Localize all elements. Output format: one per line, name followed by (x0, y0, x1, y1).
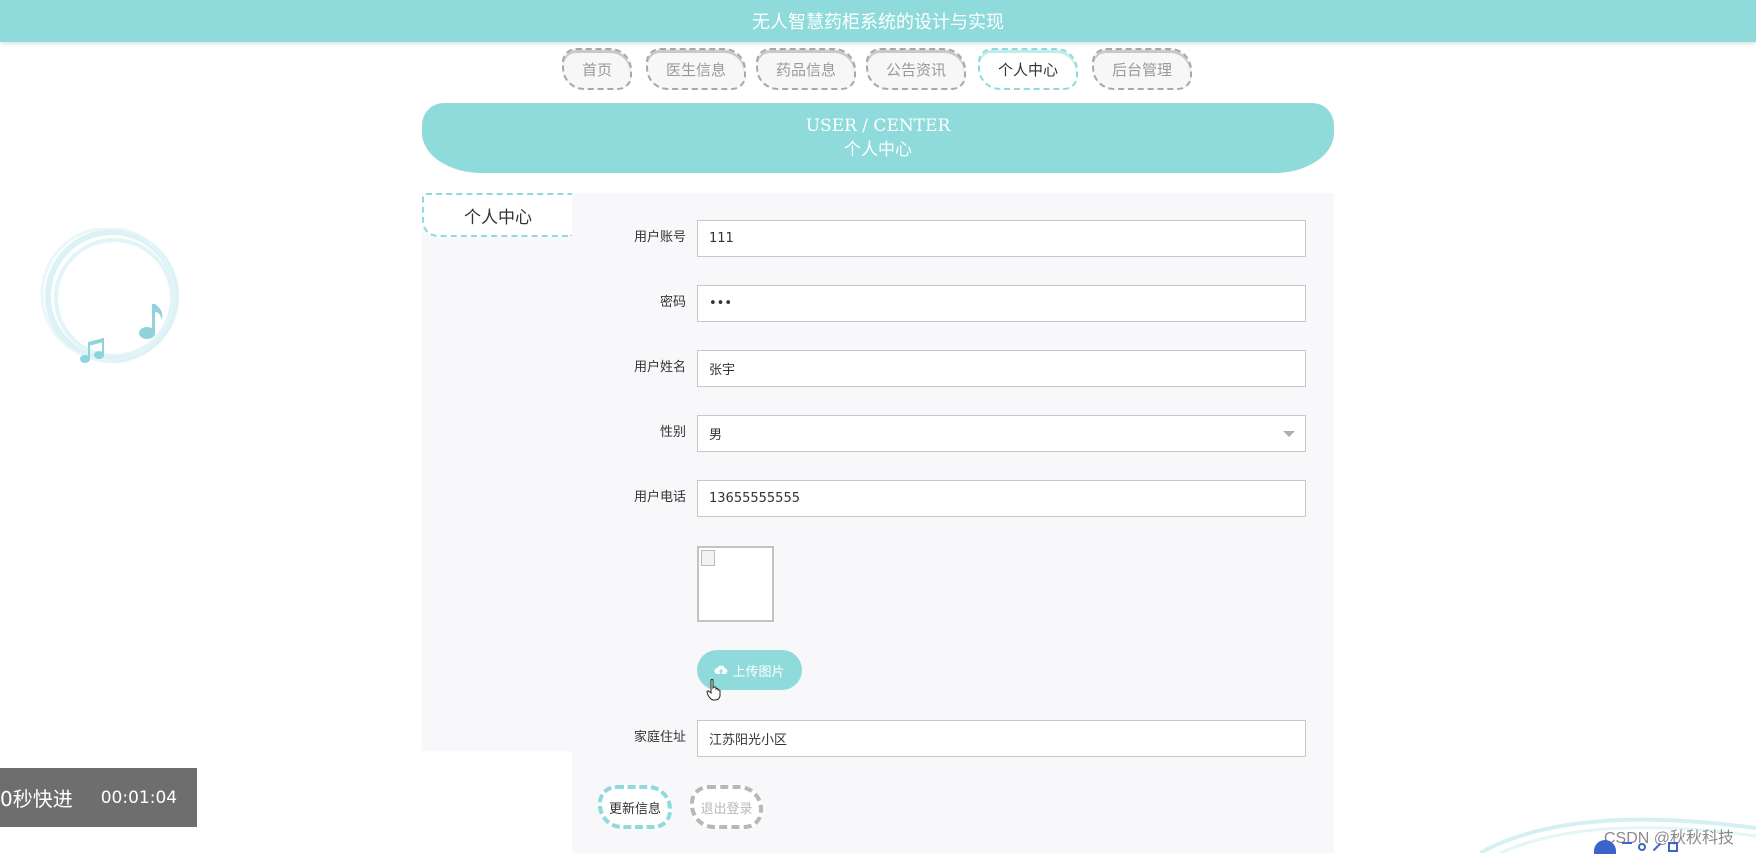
tab-admin[interactable]: 后台管理 (1092, 48, 1192, 90)
upload-button-label: 上传图片 (732, 664, 785, 680)
music-note-icon (40, 228, 179, 363)
avatar-preview (697, 546, 774, 622)
main-nav: 首页 医生信息 药品信息 公告资讯 个人中心 后台管理 (0, 48, 1756, 92)
gender-label: 性别 (659, 425, 686, 440)
name-field[interactable]: 张宇 (697, 350, 1306, 387)
hand-pointer-icon (706, 679, 721, 701)
broken-image-icon (701, 550, 715, 566)
phone-label: 用户电话 (633, 490, 686, 505)
fast-forward-text: 0秒快进 (0, 787, 73, 811)
ime-pen-icon (1652, 842, 1662, 851)
app-title: 无人智慧药柜系统的设计与实现 (752, 12, 1004, 33)
phone-field[interactable]: 13655555555 (697, 480, 1306, 517)
account-field[interactable]: 111 (697, 220, 1306, 257)
banner-chinese-title: 个人中心 (844, 140, 912, 160)
tab-home[interactable]: 首页 (562, 48, 632, 90)
top-header-bar: 无人智慧药柜系统的设计与实现 (0, 0, 1756, 42)
sidebar-item-personal-center[interactable]: 个人中心 (422, 193, 572, 237)
chevron-down-icon (1283, 431, 1295, 437)
gender-select[interactable]: 男 (697, 415, 1306, 452)
ime-logo-icon (1594, 839, 1616, 854)
ime-chinese-icon (1622, 841, 1632, 852)
address-field[interactable]: 江苏阳光小区 (697, 720, 1306, 757)
password-field[interactable]: ••• (697, 285, 1306, 322)
update-info-button[interactable]: 更新信息 (598, 785, 672, 829)
video-fast-forward-overlay: 0秒快进 00:01:04 (0, 768, 197, 827)
banner-english-title: USER / CENTER (805, 116, 951, 136)
password-label: 密码 (659, 295, 686, 310)
sidebar: 个人中心 (422, 193, 572, 751)
tab-announcements[interactable]: 公告资讯 (866, 48, 966, 90)
account-label: 用户账号 (633, 230, 686, 245)
tab-personal-center[interactable]: 个人中心 (978, 48, 1078, 90)
page-banner: USER / CENTER 个人中心 (422, 103, 1334, 173)
ime-keyboard-icon (1668, 841, 1678, 852)
gender-value: 男 (709, 428, 723, 443)
address-label: 家庭住址 (633, 730, 686, 745)
tab-doctors[interactable]: 医生信息 (646, 48, 746, 90)
cloud-upload-icon (714, 665, 728, 674)
playback-time: 00:01:04 (100, 787, 178, 808)
ime-toolbar (1594, 839, 1756, 854)
ime-punctuation-icon (1638, 842, 1646, 851)
tab-medicines[interactable]: 药品信息 (756, 48, 856, 90)
name-label: 用户姓名 (633, 360, 686, 375)
logout-button[interactable]: 退出登录 (690, 785, 763, 829)
